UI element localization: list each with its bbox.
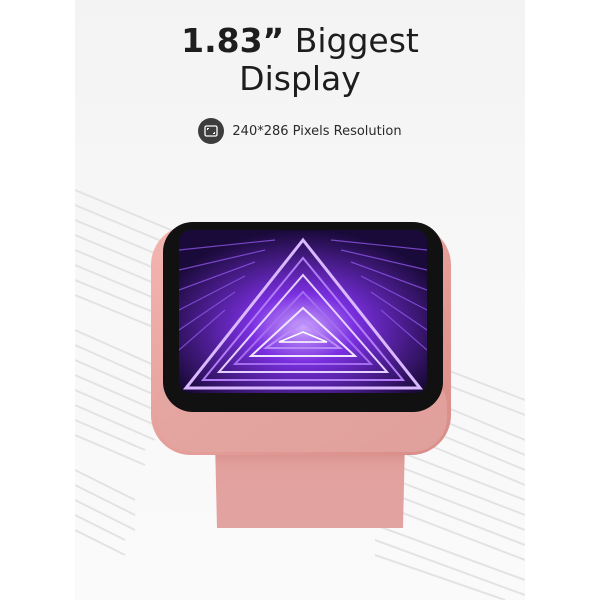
product-image: 1.83” Biggest Display 240*286 Pixels Res… [0, 0, 600, 600]
smartwatch [151, 222, 451, 528]
watch-screen [179, 230, 427, 393]
product-panel: 1.83” Biggest Display 240*286 Pixels Res… [75, 0, 525, 600]
